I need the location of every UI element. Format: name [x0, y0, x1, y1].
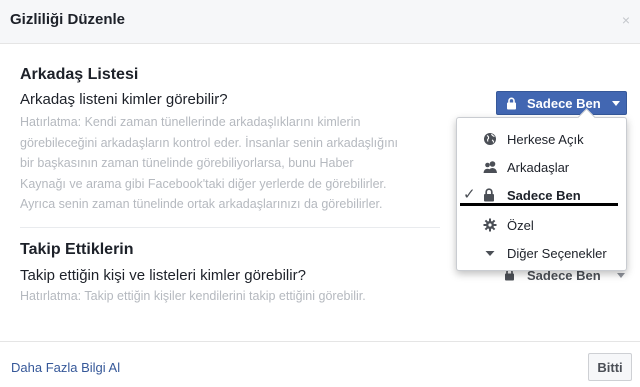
- menu-item-label: Arkadaşlar: [507, 160, 570, 175]
- following-section-title: Takip Ettiklerin: [20, 241, 134, 258]
- menu-item-label: Diğer Seçenekler: [507, 246, 607, 261]
- friends-list-section: Arkadaş Listesi Arkadaş listeni kimler g…: [20, 66, 440, 215]
- chevron-down-icon: [612, 101, 620, 106]
- following-question: Takip ettiğin kişi ve listeleri kimler g…: [20, 267, 306, 284]
- hint-line: Kaynağı ve arama gibi Facebook'taki diğe…: [20, 176, 387, 191]
- lock-icon: [506, 97, 517, 113]
- chevron-down-icon: [617, 273, 625, 278]
- menu-item-custom[interactable]: Özel: [457, 212, 626, 238]
- menu-item-public[interactable]: Herkese Açık: [457, 126, 626, 152]
- menu-item-label: Herkese Açık: [507, 132, 584, 147]
- menu-item-more-options[interactable]: Diğer Seçenekler: [457, 240, 626, 266]
- close-icon[interactable]: ×: [622, 12, 630, 28]
- hint-line: Hatırlatma: Kendi zaman tünellerinde ark…: [20, 115, 361, 129]
- check-icon: ✓: [463, 186, 476, 203]
- footer-divider: [0, 341, 640, 342]
- friends-privacy-selector-button[interactable]: Sadece Ben: [496, 91, 627, 115]
- lock-icon: [483, 188, 497, 202]
- friends-icon: [483, 160, 497, 174]
- globe-icon: [483, 132, 497, 146]
- learn-more-link[interactable]: Daha Fazla Bilgi Al: [11, 360, 120, 375]
- following-hint: Hatırlatma: Takip ettiğin kişiler kendil…: [20, 289, 366, 303]
- menu-item-label: Özel: [507, 218, 534, 233]
- done-button[interactable]: Bitti: [588, 353, 632, 381]
- friends-question: Arkadaş listeni kimler görebilir?: [20, 91, 228, 108]
- gear-icon: [483, 218, 497, 232]
- friends-privacy-label: Sadece Ben: [527, 96, 601, 111]
- following-section: Takip Ettiklerin Takip ettiğin kişi ve l…: [20, 241, 440, 307]
- hint-line: görebileceğini arkadaşların kontrol eder…: [20, 135, 399, 150]
- menu-item-label: Sadece Ben: [507, 188, 581, 203]
- dialog-title: Gizliliği Düzenle: [10, 11, 126, 28]
- section-divider: [20, 227, 440, 228]
- friends-hint: Hatırlatma: Kendi zaman tünellerinde ark…: [20, 112, 440, 215]
- hint-line: Ayrıca senin zaman tünelinde ortak arkad…: [20, 197, 383, 211]
- caret-down-icon: [483, 246, 497, 260]
- edit-privacy-dialog: Gizliliği Düzenle × Arkadaş Listesi Arka…: [0, 0, 640, 387]
- friends-section-title: Arkadaş Listesi: [20, 66, 139, 83]
- selection-underline-annotation: [460, 203, 618, 206]
- menu-item-friends[interactable]: Arkadaşlar: [457, 154, 626, 180]
- dialog-header: Gizliliği Düzenle ×: [0, 0, 640, 44]
- hint-line: bir başkasının zaman tünelinde görebiliy…: [20, 156, 354, 170]
- privacy-dropdown-menu: Herkese Açık Arkadaşlar ✓ Sadece Ben Öze…: [456, 108, 627, 271]
